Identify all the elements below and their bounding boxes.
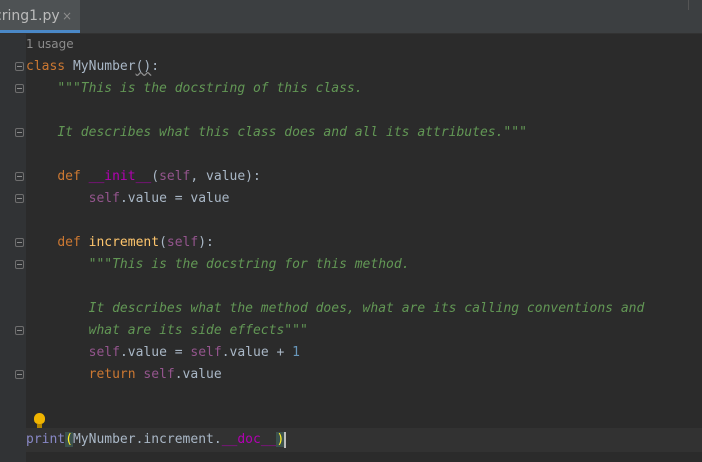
paren-match: (	[65, 432, 73, 447]
fold-marker-icon[interactable]	[15, 84, 24, 93]
builtin-function: print	[26, 432, 66, 447]
self-ref: self	[143, 367, 175, 382]
self-ref: self	[88, 191, 120, 206]
tab-docstring1-py[interactable]: cring1.py ×	[0, 0, 80, 33]
self-param: self	[159, 169, 191, 184]
editor-tab-bar: cring1.py ×	[0, 0, 702, 34]
expression: MyNumber.increment.	[72, 432, 222, 447]
usage-hint[interactable]: 1 usage	[26, 37, 74, 51]
keyword: def	[57, 169, 81, 184]
code-line-4[interactable]: It describes what this class does and al…	[26, 122, 527, 144]
class-name: MyNumber	[72, 59, 136, 74]
statement: .value	[174, 367, 222, 382]
params: , value):	[190, 169, 261, 184]
fold-marker-icon[interactable]	[15, 326, 24, 335]
code-line-13[interactable]: what are its side effects"""	[26, 320, 308, 342]
keyword: return	[88, 367, 136, 382]
statement: .value = value	[119, 191, 230, 206]
code-line-14[interactable]: self.value = self.value + 1	[26, 342, 300, 364]
method-name: __init__	[88, 169, 152, 184]
fold-marker-icon[interactable]	[15, 260, 24, 269]
code-line-18[interactable]: print(MyNumber.increment.__doc__)	[26, 429, 287, 451]
keyword: class	[26, 59, 66, 74]
tab-label: cring1.py	[0, 8, 60, 24]
number-literal: 1	[292, 345, 300, 360]
paren-match: )	[276, 432, 285, 447]
fold-marker-icon[interactable]	[15, 238, 24, 247]
fold-marker-icon[interactable]	[15, 62, 24, 71]
code-line-6[interactable]: def __init__(self, value):	[26, 166, 261, 188]
docstring: It describes what this class does and al…	[57, 125, 527, 140]
fold-marker-icon[interactable]	[15, 172, 24, 181]
close-icon[interactable]: ×	[62, 9, 72, 23]
self-ref: self	[88, 345, 120, 360]
docstring: what are its side effects"""	[88, 323, 308, 338]
docstring: """This is the docstring for this method…	[88, 257, 410, 272]
fold-marker-icon[interactable]	[15, 128, 24, 137]
code-line-9[interactable]: def increment(self):	[26, 232, 214, 254]
code-line-7[interactable]: self.value = value	[26, 188, 230, 210]
keyword: def	[57, 235, 81, 250]
statement: .value +	[221, 345, 293, 360]
colon: :	[151, 59, 160, 74]
docstring: It describes what the method does, what …	[88, 301, 645, 316]
fold-marker-icon[interactable]	[15, 370, 24, 379]
tab-bar-divider	[688, 0, 689, 10]
paren: (	[151, 169, 160, 184]
code-line-15[interactable]: return self.value	[26, 364, 222, 386]
self-ref: self	[190, 345, 222, 360]
docstring: """This is the docstring of this class.	[57, 81, 363, 96]
paren: ):	[198, 235, 214, 250]
self-param: self	[166, 235, 199, 250]
code-line-1[interactable]: class MyNumber():	[26, 56, 159, 78]
code-line-12[interactable]: It describes what the method does, what …	[26, 298, 645, 320]
dunder-attribute: __doc__	[221, 432, 277, 447]
text-cursor	[284, 431, 287, 448]
method-name: increment	[88, 235, 160, 250]
editor-gutter	[0, 34, 26, 462]
fold-marker-icon[interactable]	[15, 194, 24, 203]
paren: (	[159, 235, 167, 250]
code-line-2[interactable]: """This is the docstring of this class.	[26, 78, 363, 100]
parens: ()	[135, 59, 152, 74]
lightbulb-icon[interactable]	[34, 413, 45, 428]
statement: .value =	[119, 345, 191, 360]
code-line-10[interactable]: """This is the docstring for this method…	[26, 254, 410, 276]
